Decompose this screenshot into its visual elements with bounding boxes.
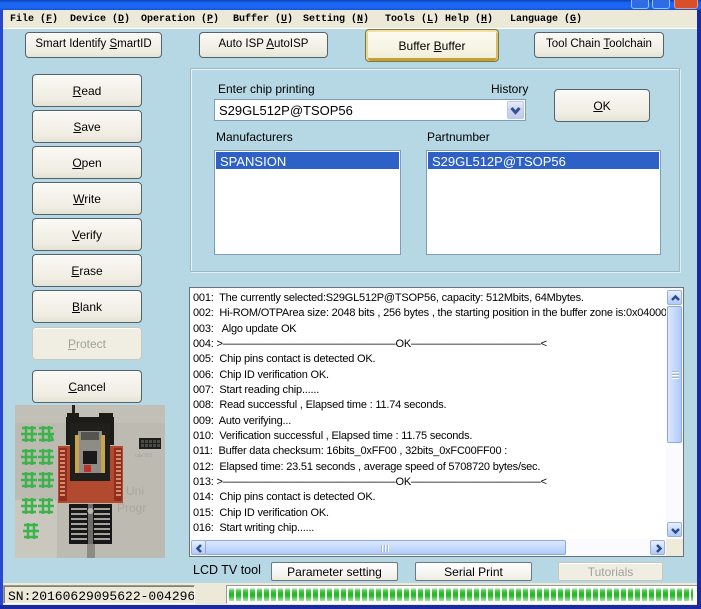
- svg-text:Uni: Uni: [126, 484, 144, 498]
- svg-text:Progr: Progr: [117, 501, 146, 515]
- svg-text:uax 001: uax 001: [135, 453, 153, 459]
